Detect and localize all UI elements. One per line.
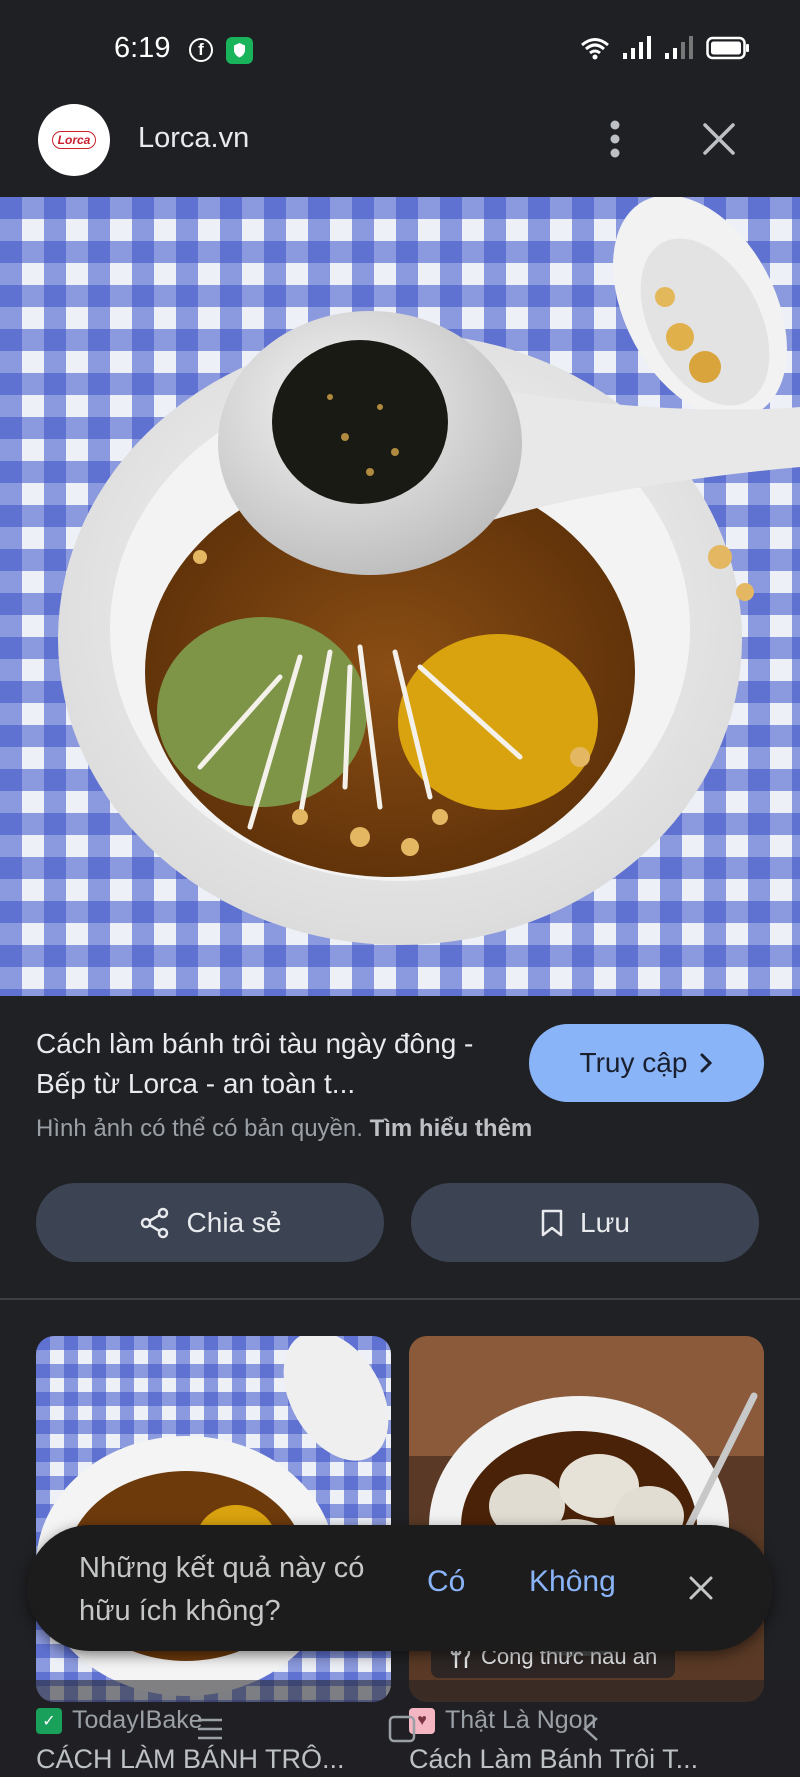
- visit-button[interactable]: Truy cập: [529, 1024, 764, 1102]
- related-source: ✓ TodayIBake: [36, 1706, 203, 1735]
- related-source-name: Thật Là Ngon: [445, 1706, 597, 1734]
- status-bar: 6:19 f: [0, 0, 800, 82]
- feedback-no-button[interactable]: Không: [529, 1565, 616, 1599]
- image-viewer-page: 6:19 f Lorca Lorca.vn Cách làm bánh trôi…: [0, 0, 800, 1777]
- feedback-snackbar: Những kết quả này có hữu ích không? Có K…: [27, 1525, 773, 1651]
- wifi-icon: [580, 36, 610, 65]
- feedback-question: Những kết quả này có hữu ích không?: [79, 1552, 365, 1627]
- dessert-photo: [0, 197, 800, 996]
- copyright-notice: Hình ảnh có thể có bản quyền. Tìm hiểu t…: [36, 1115, 532, 1143]
- more-vert-icon: [610, 120, 620, 158]
- check-icon: ✓: [36, 1707, 62, 1734]
- related-title[interactable]: Cách Làm Bánh Trôi T...: [409, 1744, 769, 1775]
- save-button[interactable]: Lưu: [411, 1183, 759, 1262]
- menu-icon[interactable]: [193, 1712, 227, 1746]
- feedback-close-button[interactable]: [678, 1565, 724, 1611]
- battery-icon: [706, 36, 750, 65]
- main-image[interactable]: [0, 197, 800, 996]
- site-title[interactable]: Lorca.vn: [138, 122, 249, 155]
- square-icon[interactable]: [385, 1712, 419, 1746]
- close-icon: [689, 1576, 713, 1600]
- related-title[interactable]: CÁCH LÀM BÁNH TRÔ...: [36, 1744, 396, 1775]
- status-time: 6:19: [114, 32, 171, 64]
- share-label: Chia sẻ: [186, 1206, 282, 1238]
- share-icon: [140, 1207, 168, 1238]
- copyright-text: Hình ảnh có thể có bản quyền.: [36, 1115, 363, 1142]
- back-icon[interactable]: [575, 1712, 609, 1746]
- related-source-name: TodayIBake: [72, 1706, 203, 1734]
- related-source: ♥ Thật Là Ngon: [409, 1706, 597, 1735]
- signal-icon: [664, 35, 694, 65]
- site-logo[interactable]: Lorca: [38, 104, 110, 176]
- save-label: Lưu: [580, 1206, 630, 1238]
- status-icons: [580, 35, 750, 65]
- close-icon: [703, 123, 735, 155]
- viewer-header: Lorca Lorca.vn: [0, 82, 800, 197]
- chevron-right-icon: [700, 1053, 713, 1073]
- bookmark-icon: [541, 1209, 563, 1236]
- logo-text: Lorca: [51, 131, 97, 149]
- more-options-button[interactable]: [597, 116, 633, 162]
- visit-label: Truy cập: [579, 1047, 688, 1078]
- divider: [0, 1298, 800, 1300]
- result-title[interactable]: Cách làm bánh trôi tàu ngày đông - Bếp t…: [36, 1024, 506, 1104]
- close-viewer-button[interactable]: [694, 114, 744, 164]
- feedback-yes-button[interactable]: Có: [427, 1565, 465, 1599]
- signal-icon: [622, 35, 652, 65]
- shield-icon: [226, 37, 253, 64]
- learn-more-link[interactable]: Tìm hiểu thêm: [370, 1115, 533, 1142]
- share-button[interactable]: Chia sẻ: [36, 1183, 384, 1262]
- facebook-icon: f: [189, 38, 213, 62]
